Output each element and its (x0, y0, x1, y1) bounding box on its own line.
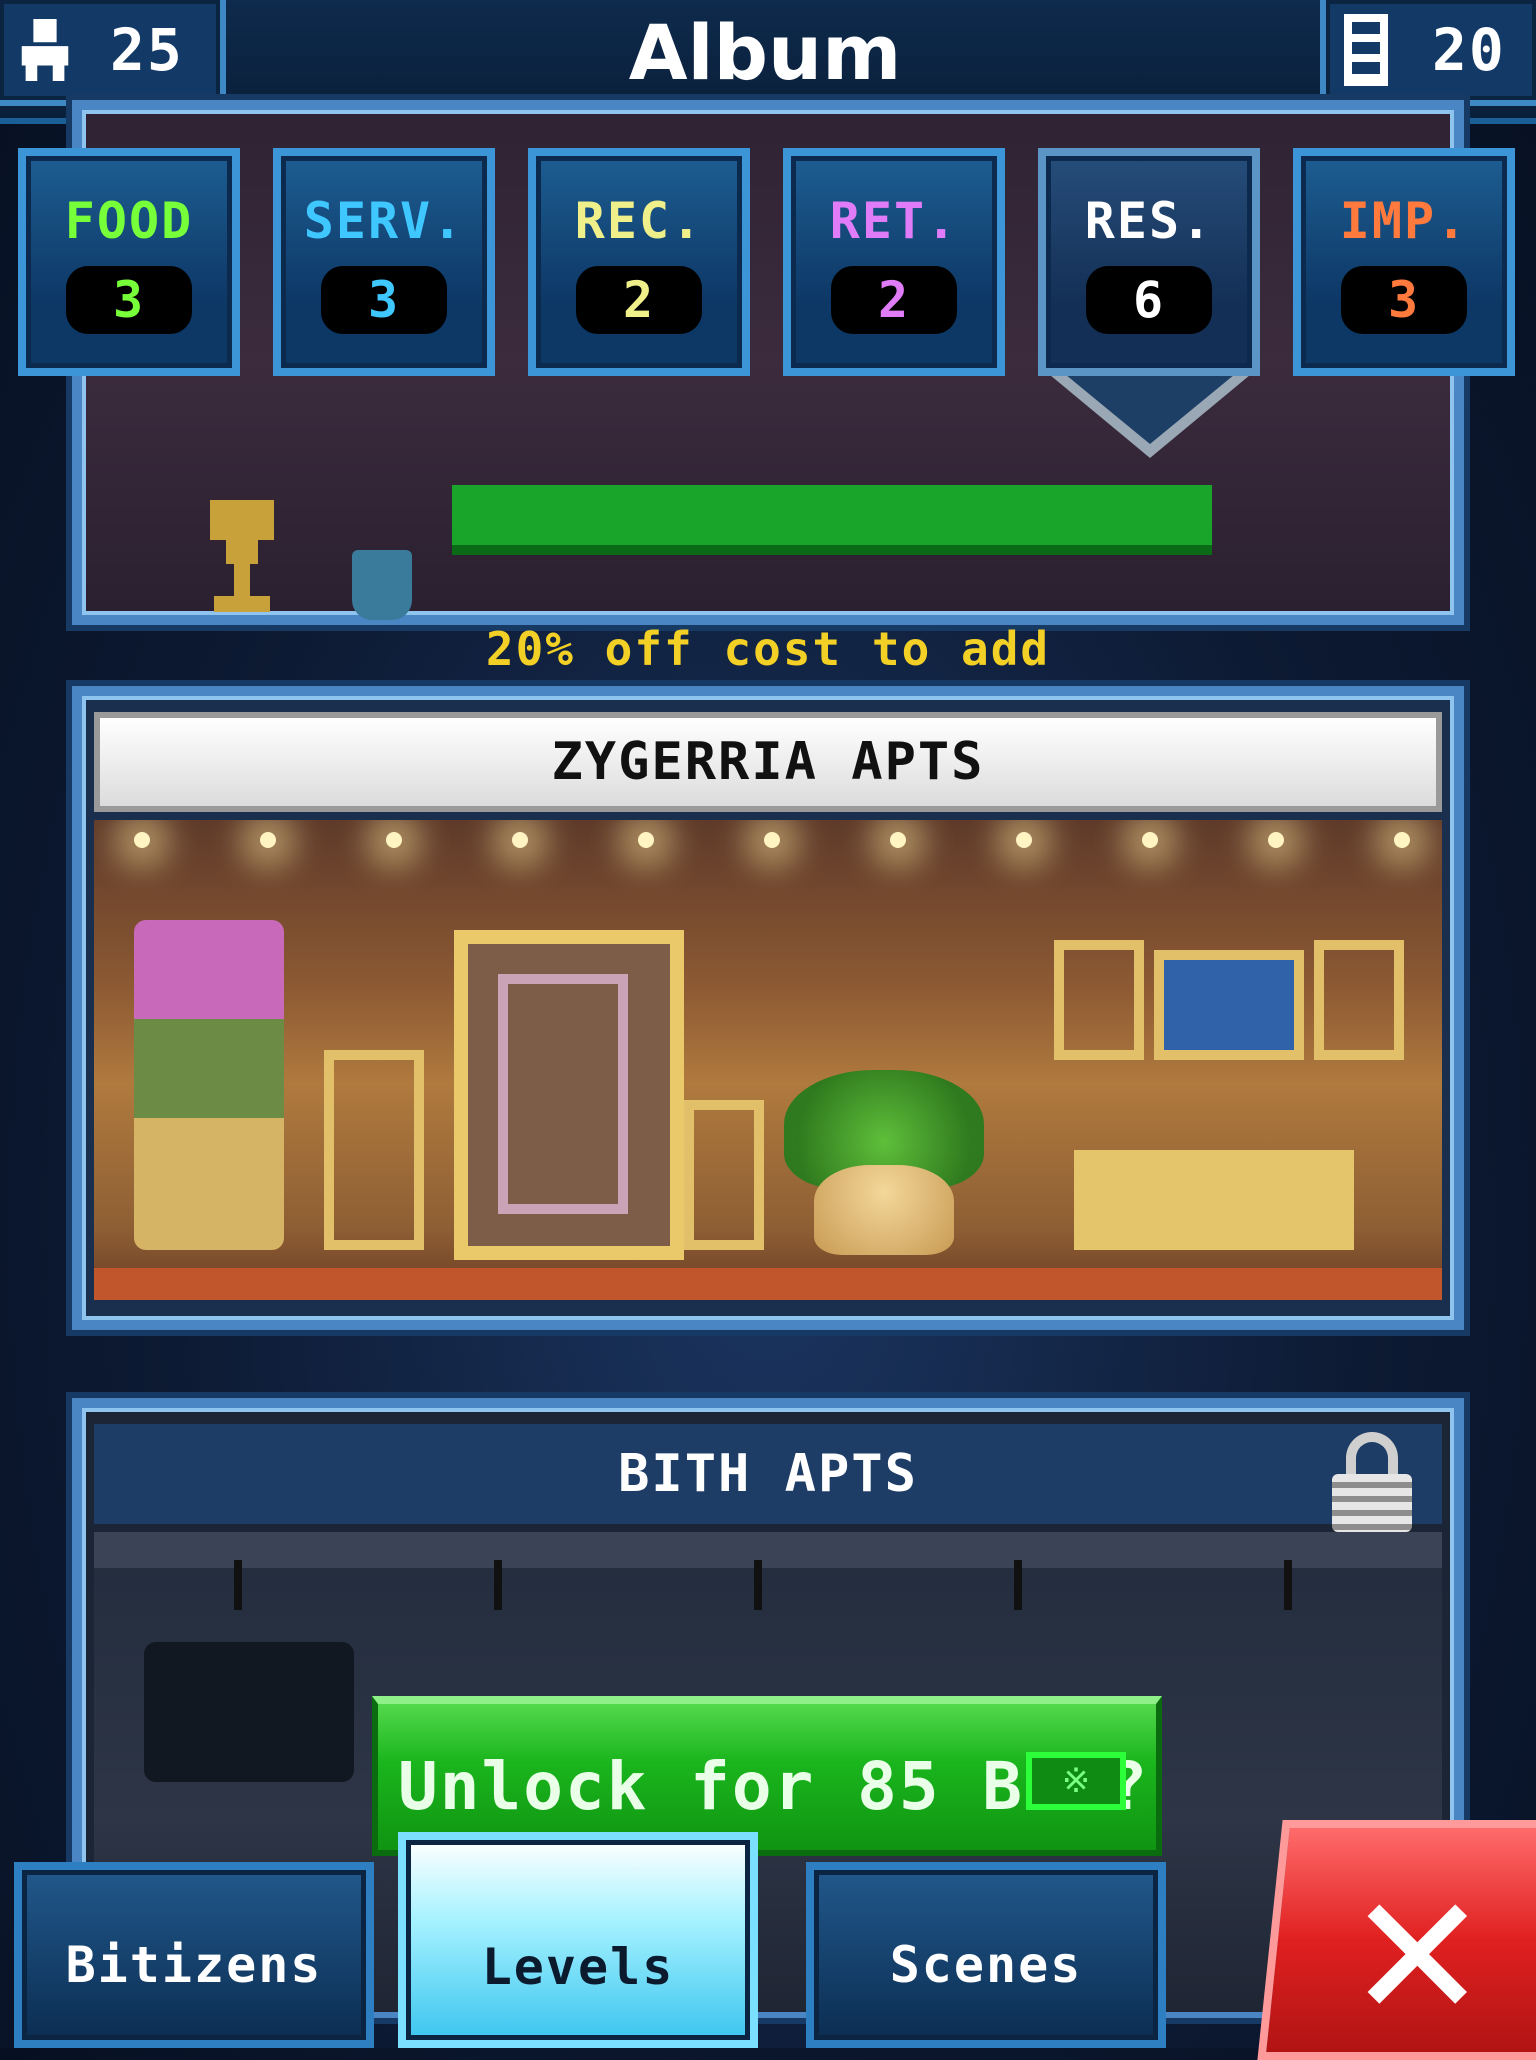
ceiling-light (638, 832, 654, 848)
tab-count: 2 (831, 266, 957, 334)
progress-bar (452, 485, 1212, 555)
tab-label: SERV. (303, 192, 465, 250)
nav-levels[interactable]: Levels (398, 1832, 758, 2048)
ornate-door (454, 930, 684, 1260)
page-title: Album (628, 7, 902, 97)
gold-ornament (684, 1100, 764, 1250)
wall-screen (1154, 950, 1304, 1060)
plant-pot (814, 1165, 954, 1255)
ceiling-light (134, 832, 150, 848)
level-card-zygerria[interactable]: ZYGERRIA APTS (72, 686, 1464, 1330)
ceiling-light (890, 832, 906, 848)
tab-retail[interactable]: RET. 2 (783, 148, 1005, 376)
tab-residential[interactable]: RES. 6 (1038, 148, 1260, 376)
flower-pot-decoration (134, 920, 284, 1250)
population-counter: 25 (0, 0, 226, 106)
tab-count: 3 (321, 266, 447, 334)
tab-count: 2 (576, 266, 702, 334)
tab-food[interactable]: FOOD 3 (18, 148, 240, 376)
ceiling-rail (94, 1532, 1442, 1568)
cup-decoration (352, 550, 412, 620)
ceiling-light (386, 832, 402, 848)
tab-count: 3 (1341, 266, 1467, 334)
discount-text: 20% off cost to add (485, 622, 1051, 676)
nav-label: Levels (481, 1938, 675, 1996)
door-glyph (498, 974, 628, 1214)
ceiling-lamp (494, 1560, 502, 1610)
tab-count: 3 (66, 266, 192, 334)
tab-label: FOOD (64, 192, 194, 250)
ceiling-lamp (1284, 1560, 1292, 1610)
tab-imperial[interactable]: IMP. 3 (1293, 148, 1515, 376)
selected-tab-pointer-inner (1060, 370, 1240, 444)
ceiling-lamp (234, 1560, 242, 1610)
gold-ornament (1314, 940, 1404, 1060)
level-preview-image (94, 820, 1442, 1300)
desk-decoration (1074, 1150, 1354, 1250)
nav-bitizens[interactable]: Bitizens (14, 1862, 374, 2048)
close-button[interactable]: ✕ (1257, 1820, 1536, 2060)
tab-label: IMP. (1339, 192, 1469, 250)
person-icon (21, 19, 69, 81)
level-name: BITH APTS (618, 1444, 918, 1504)
ceiling-lamp (1014, 1560, 1022, 1610)
ceiling-light (764, 832, 780, 848)
tab-label: REC. (574, 192, 704, 250)
building-icon (1344, 14, 1388, 86)
tab-service[interactable]: SERV. 3 (273, 148, 495, 376)
nav-label: Bitizens (65, 1936, 323, 1994)
gold-ornament (1054, 940, 1144, 1060)
gold-ornament (324, 1050, 424, 1250)
nav-scenes[interactable]: Scenes (806, 1862, 1166, 2048)
lock-icon (1332, 1432, 1412, 1532)
tab-recreation[interactable]: REC. 2 (528, 148, 750, 376)
nav-label: Scenes (889, 1936, 1083, 1994)
trophy-icon (210, 500, 274, 612)
level-name: ZYGERRIA APTS (551, 732, 985, 792)
ceiling-light (1394, 832, 1410, 848)
floor-value: 20 (1432, 16, 1506, 84)
ceiling-light (260, 832, 276, 848)
tab-label: RET. (829, 192, 959, 250)
population-value: 25 (110, 16, 184, 84)
bux-icon: ※ (1026, 1752, 1126, 1810)
ceiling-light (1016, 832, 1032, 848)
level-name-banner: BITH APTS (94, 1424, 1442, 1532)
floor (94, 1268, 1442, 1300)
close-icon: ✕ (1346, 1859, 1489, 2057)
tab-label: RES. (1084, 192, 1214, 250)
speaker-decoration (144, 1642, 354, 1782)
ceiling-light (1142, 832, 1158, 848)
title-box: Album (228, 0, 1302, 104)
floor-counter: 20 (1320, 0, 1536, 106)
ceiling-light (512, 832, 528, 848)
level-name-banner: ZYGERRIA APTS (94, 712, 1442, 812)
lock-body (1332, 1474, 1412, 1532)
ceiling-lamp (754, 1560, 762, 1610)
ceiling-light (1268, 832, 1284, 848)
tab-count: 6 (1086, 266, 1212, 334)
